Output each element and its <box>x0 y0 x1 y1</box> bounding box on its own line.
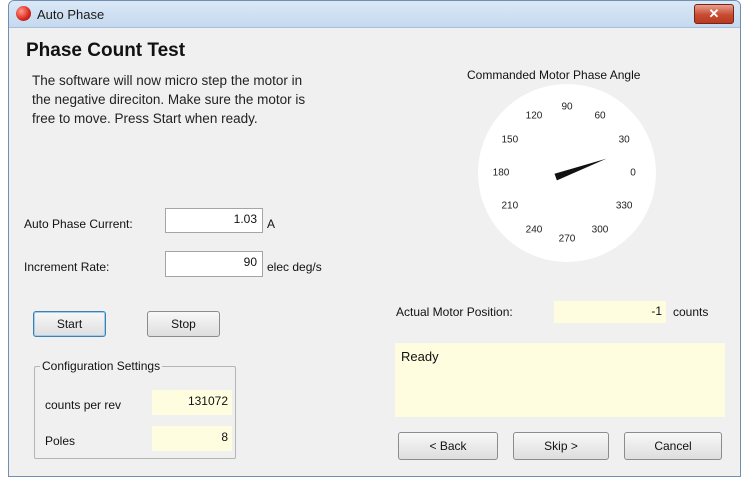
instruction-line-2: the negative direciton. Make sure the mo… <box>32 92 306 107</box>
dial-label-90: 90 <box>561 101 573 113</box>
dial-label-60: 60 <box>594 110 606 122</box>
poles-value: 8 <box>152 426 232 451</box>
rate-label: Increment Rate: <box>24 260 110 274</box>
configuration-title: Configuration Settings <box>40 359 163 373</box>
page-heading: Phase Count Test <box>26 40 186 61</box>
cancel-button[interactable]: Cancel <box>624 432 722 460</box>
position-label: Actual Motor Position: <box>396 305 513 319</box>
phase-angle-dial: 0 30 60 90 120 150 180 210 240 270 300 330 <box>477 83 657 263</box>
stop-button[interactable]: Stop <box>147 311 220 337</box>
instruction-line-1: The software will now micro step the mot… <box>32 73 303 88</box>
rate-unit: elec deg/s <box>267 260 322 274</box>
app-icon <box>16 6 31 21</box>
current-input[interactable]: 1.03 <box>165 208 263 233</box>
dial-label-0: 0 <box>630 167 636 179</box>
instruction-line-3: free to move. Press Start when ready. <box>32 111 258 126</box>
dial-title: Commanded Motor Phase Angle <box>467 68 641 82</box>
auto-phase-window: Auto Phase ✕ Phase Count Test The softwa… <box>8 0 741 477</box>
counts-per-rev-label: counts per rev <box>45 398 122 412</box>
current-label: Auto Phase Current: <box>24 217 133 231</box>
dial-label-330: 330 <box>615 200 633 212</box>
dial-label-240: 240 <box>525 224 543 236</box>
configuration-group: Configuration Settings counts per rev 13… <box>34 359 236 459</box>
dial-label-270: 270 <box>558 233 576 245</box>
current-unit: A <box>267 217 276 231</box>
dial-label-150: 150 <box>501 134 519 146</box>
window-title: Auto Phase <box>37 7 105 22</box>
close-button[interactable]: ✕ <box>694 4 734 24</box>
status-box: Ready <box>395 343 725 417</box>
dial-label-120: 120 <box>525 110 543 122</box>
dial-label-180: 180 <box>492 167 510 179</box>
instructions-text: The software will now micro step the mot… <box>32 71 305 128</box>
poles-label: Poles <box>45 434 76 448</box>
position-value: -1 <box>554 301 666 323</box>
rate-input[interactable]: 90 <box>165 251 263 277</box>
start-button[interactable]: Start <box>33 311 106 337</box>
dial-label-210: 210 <box>501 200 519 212</box>
dial-label-30: 30 <box>618 134 630 146</box>
counts-per-rev-value: 131072 <box>152 390 232 415</box>
dial-label-300: 300 <box>591 224 609 236</box>
back-button[interactable]: < Back <box>398 432 498 460</box>
title-bar[interactable]: Auto Phase ✕ <box>9 1 740 28</box>
skip-button[interactable]: Skip > <box>513 432 609 460</box>
position-unit: counts <box>673 305 709 319</box>
